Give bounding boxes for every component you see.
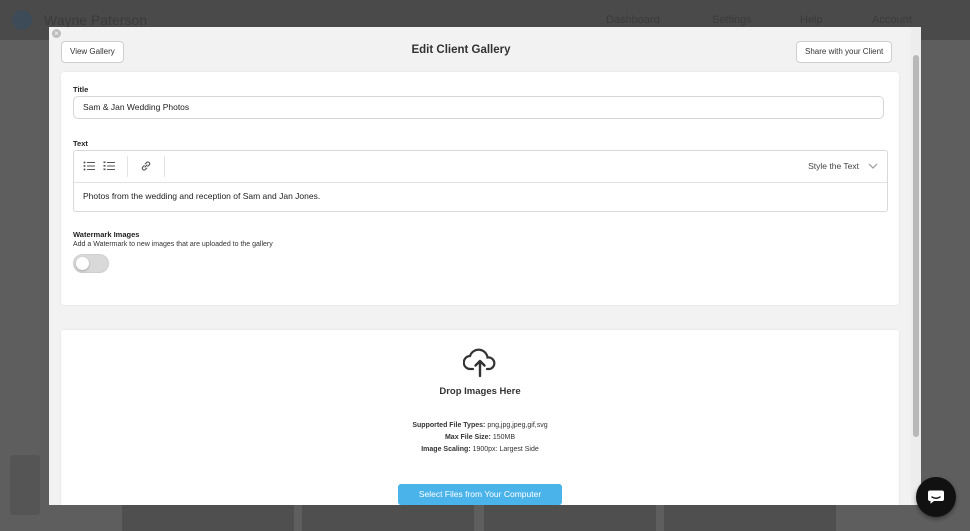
editor-toolbar: Style the Text [74, 151, 887, 183]
select-files-button[interactable]: Select Files from Your Computer [398, 484, 562, 505]
numbered-list-icon[interactable] [103, 160, 115, 172]
edit-gallery-modal: View Gallery Edit Client Gallery Share w… [49, 27, 921, 505]
title-label: Title [73, 85, 89, 94]
toggle-knob [76, 257, 89, 270]
max-size-info: Max File Size: 150MB [61, 434, 899, 441]
file-types-info: Supported File Types: png,jpg,jpeg,gif,s… [61, 422, 899, 429]
background-app-title: Wayne Paterson [44, 12, 147, 28]
background-thumbnail [484, 505, 656, 531]
chat-icon [928, 490, 944, 504]
background-sidebar-widget [10, 455, 40, 515]
background-nav-item: Help [800, 14, 823, 26]
background-thumbnail [122, 505, 294, 531]
background-nav-item: Dashboard [606, 14, 660, 26]
scrollbar-thumb[interactable] [913, 55, 919, 437]
cloud-upload-icon [463, 348, 496, 378]
background-thumbnail [664, 505, 836, 531]
text-editor-content[interactable]: Photos from the wedding and reception of… [83, 191, 320, 201]
title-input[interactable]: Sam & Jan Wedding Photos [73, 96, 884, 119]
link-icon[interactable] [140, 160, 152, 172]
background-nav-item: Settings [712, 14, 752, 26]
watermark-helper-text: Add a Watermark to new images that are u… [73, 241, 273, 248]
rich-text-editor: Style the Text Photos from the wedding a… [73, 150, 888, 212]
scaling-value: 1900px: Largest Side [472, 446, 539, 453]
background-nav-item: Account [872, 14, 912, 26]
background-thumbnail [302, 505, 474, 531]
scaling-info: Image Scaling: 1900px: Largest Side [61, 446, 899, 453]
toolbar-divider [164, 156, 165, 177]
background-logo [12, 10, 32, 30]
watermark-label: Watermark Images [73, 230, 140, 239]
drop-zone-text: Drop Images Here [439, 386, 521, 397]
share-with-client-button[interactable]: Share with your Client [796, 41, 893, 63]
file-types-value: png,jpg,jpeg,gif,svg [487, 422, 548, 429]
close-icon[interactable]: × [52, 29, 61, 38]
upload-card: Drop Images Here Supported File Types: p… [61, 330, 899, 505]
text-label: Text [73, 139, 88, 148]
gallery-settings-card: Title Sam & Jan Wedding Photos Text Styl… [61, 72, 899, 305]
bulleted-list-icon[interactable] [83, 160, 95, 172]
max-size-label: Max File Size: [444, 434, 491, 441]
max-size-value: 150MB [492, 434, 516, 441]
watermark-toggle[interactable] [73, 254, 109, 273]
chat-launcher-button[interactable] [916, 477, 956, 517]
modal-title: Edit Client Gallery [411, 44, 511, 56]
style-text-dropdown[interactable]: Style the Text [808, 161, 859, 171]
scaling-label: Image Scaling: [421, 446, 471, 453]
file-types-label: Supported File Types: [412, 422, 486, 429]
toolbar-divider [127, 156, 128, 177]
chevron-down-icon[interactable] [868, 162, 878, 170]
